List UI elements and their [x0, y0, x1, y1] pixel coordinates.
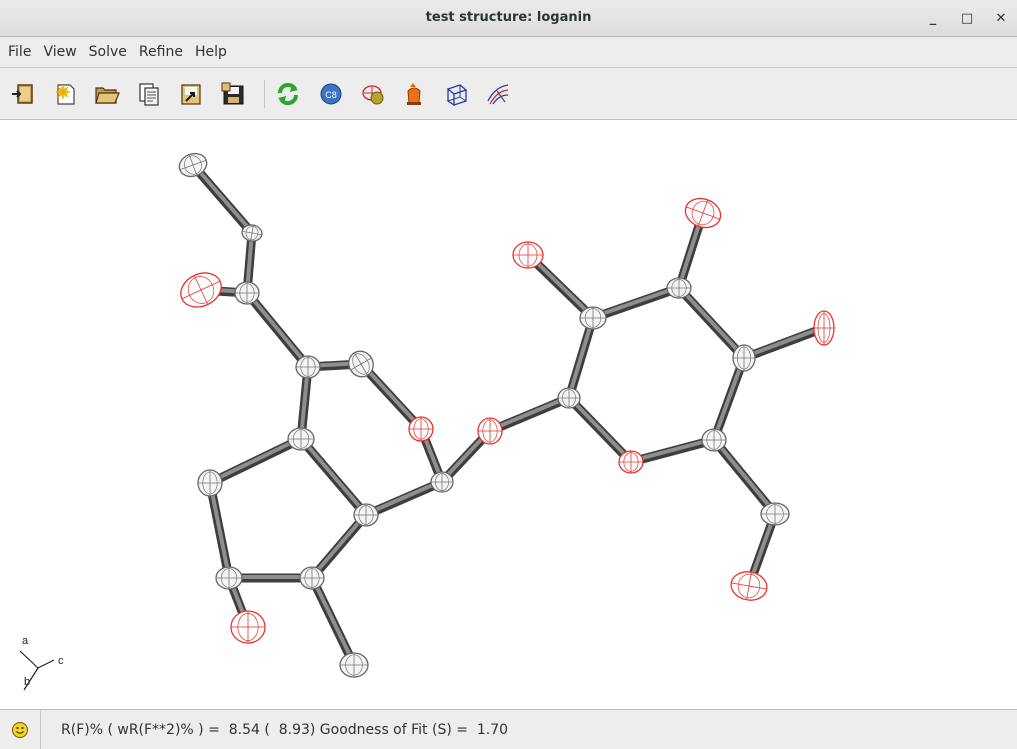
export-button[interactable]	[178, 81, 204, 107]
save-icon	[221, 82, 244, 105]
menu-help[interactable]: Help	[189, 44, 233, 60]
carbon-atom[interactable]	[295, 355, 321, 379]
c8-icon: C8	[320, 83, 342, 105]
report-icon	[139, 83, 159, 106]
open-button[interactable]	[94, 81, 120, 107]
carbon-atom[interactable]	[701, 428, 727, 452]
axis-label-a: a	[22, 635, 29, 647]
structure-viewport[interactable]: a c b	[0, 120, 1017, 709]
toolbar: C8	[0, 68, 1017, 120]
menu-file[interactable]: File	[2, 44, 37, 60]
new-icon	[56, 84, 75, 105]
new-button[interactable]	[52, 81, 78, 107]
import-icon	[12, 84, 33, 104]
smiley-icon	[12, 721, 28, 738]
projection-icon	[487, 84, 509, 105]
oxygen-atom[interactable]	[175, 267, 227, 314]
bond-highlight	[299, 436, 368, 516]
carbon-atom[interactable]	[234, 281, 260, 305]
menu-view[interactable]: View	[37, 44, 82, 60]
lamp-icon	[407, 83, 421, 105]
carbon-atom[interactable]	[353, 503, 379, 527]
bond-highlight	[677, 285, 746, 359]
carbon-atom[interactable]	[579, 306, 607, 330]
refinement-statistics: R(F)% ( wR(F**2)% ) = 8.54 ( 8.93) Goodn…	[61, 722, 509, 738]
oxygen-atom[interactable]	[813, 310, 835, 346]
axis-label-b: b	[24, 676, 30, 688]
carbon-atom[interactable]	[430, 471, 454, 493]
bond-highlight	[712, 437, 777, 515]
export-icon	[181, 84, 201, 105]
oxygen-atom[interactable]	[618, 450, 644, 474]
atom-ellipsoid-button[interactable]	[360, 81, 386, 107]
refresh-button[interactable]	[275, 81, 301, 107]
close-button[interactable]: ✕	[993, 9, 1009, 27]
c8-label: C8	[325, 90, 337, 100]
molecule-view[interactable]: a c b	[0, 120, 1017, 709]
carbon-atom[interactable]	[287, 427, 315, 451]
carbon-atom[interactable]	[197, 469, 223, 497]
toolbar-separator	[264, 80, 265, 108]
oxygen-atom[interactable]	[230, 610, 266, 644]
bond-highlight	[742, 325, 826, 359]
menu-bar: File View Solve Refine Help	[0, 37, 1017, 68]
title-bar: test structure: loganin _ □ ✕	[0, 0, 1017, 37]
bond-highlight	[567, 395, 633, 463]
maximize-button[interactable]: □	[959, 9, 975, 27]
bond-highlight	[208, 436, 303, 484]
refresh-icon	[277, 82, 299, 106]
carbon-atom[interactable]	[339, 652, 369, 678]
oxygen-atom[interactable]	[681, 194, 724, 233]
open-folder-icon	[95, 87, 120, 104]
bond-highlight	[245, 290, 310, 368]
oxygen-atom[interactable]	[729, 569, 769, 603]
status-bar: R(F)% ( wR(F**2)% ) = 8.54 ( 8.93) Goodn…	[0, 709, 1017, 749]
carbon-atom[interactable]	[299, 566, 325, 590]
menu-refine[interactable]: Refine	[133, 44, 189, 60]
oxygen-atom[interactable]	[512, 241, 544, 269]
bond-highlight	[591, 285, 681, 319]
axis-label-c: c	[58, 655, 64, 667]
c8-button[interactable]: C8	[318, 81, 344, 107]
oxygen-atom[interactable]	[477, 417, 503, 445]
carbon-atom[interactable]	[215, 566, 243, 590]
import-button[interactable]	[10, 81, 36, 107]
cell-box-button[interactable]	[443, 81, 469, 107]
axis-indicator: a c b	[19, 635, 64, 691]
projection-button[interactable]	[485, 81, 511, 107]
window-title: test structure: loganin	[425, 10, 592, 25]
atoms	[175, 152, 835, 678]
bonds	[188, 160, 829, 670]
minimize-button[interactable]: _	[925, 9, 941, 27]
bond-highlight	[364, 479, 444, 516]
status-indicator	[0, 710, 41, 749]
carbon-atom[interactable]	[666, 277, 692, 299]
carbon-atom[interactable]	[760, 502, 790, 526]
report-button[interactable]	[136, 81, 162, 107]
menu-solve[interactable]: Solve	[83, 44, 133, 60]
oxygen-atom[interactable]	[408, 416, 434, 442]
bond-highlight	[310, 575, 356, 666]
save-button[interactable]	[220, 81, 246, 107]
bond-highlight	[488, 395, 571, 432]
bond-highlight	[629, 437, 716, 463]
carbon-atom[interactable]	[557, 387, 581, 409]
carbon-atom[interactable]	[732, 344, 756, 372]
cell-box-icon	[446, 84, 468, 107]
lamp-button[interactable]	[401, 81, 427, 107]
bond-highlight	[191, 162, 254, 234]
atom-icon	[362, 85, 384, 105]
